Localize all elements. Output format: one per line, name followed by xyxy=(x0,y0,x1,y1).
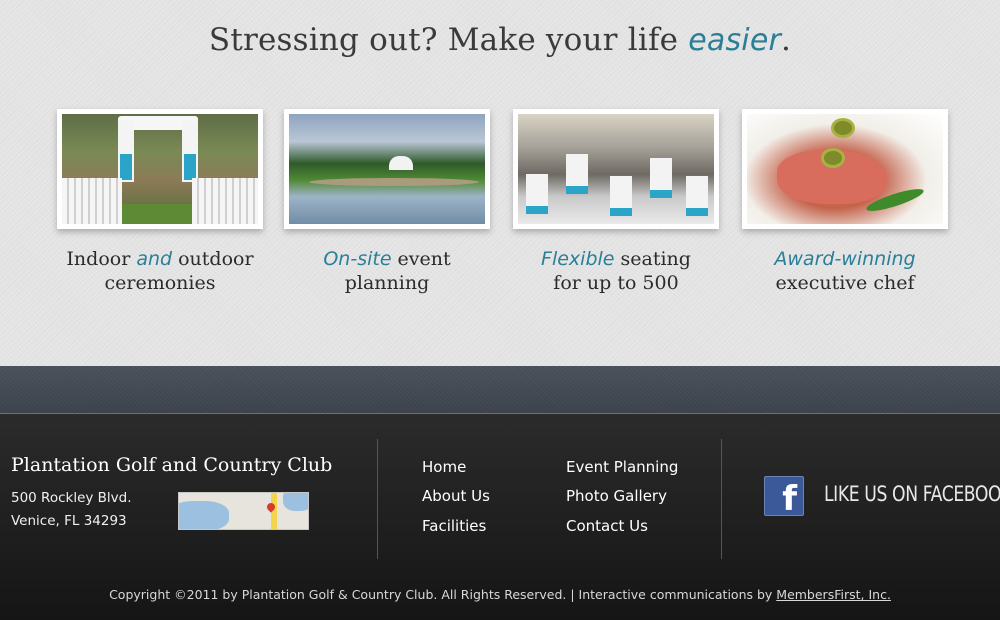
feature-caption: On-site event planning xyxy=(323,248,451,294)
feature-event-planning: On-site event planning xyxy=(284,109,490,295)
address-line-1: 500 Rockley Blvd. xyxy=(11,490,132,506)
feature-ceremonies: Indoor and outdoor ceremonies xyxy=(57,109,263,295)
club-name: Plantation Golf and Country Club xyxy=(11,454,333,476)
feature-caption: Award-winning executive chef xyxy=(774,248,916,294)
headline-end: . xyxy=(781,22,792,58)
nav-event-planning-link[interactable]: Event Planning xyxy=(566,458,678,476)
footer-divider xyxy=(721,439,722,559)
footer-divider xyxy=(377,439,378,559)
address-line-2: Venice, FL 34293 xyxy=(11,513,127,529)
nav-facilities-link[interactable]: Facilities xyxy=(422,517,486,535)
golf-photo-frame[interactable] xyxy=(284,109,490,229)
food-photo-frame[interactable] xyxy=(742,109,948,229)
page-headline: Stressing out? Make your life easier. xyxy=(0,22,1000,58)
membersfirst-link[interactable]: MembersFirst, Inc. xyxy=(776,587,891,602)
banquet-hall-photo xyxy=(518,114,714,224)
golf-course-photo xyxy=(289,114,485,224)
feature-caption: Indoor and outdoor ceremonies xyxy=(66,248,254,294)
copyright-notice: Copyright ©2011 by Plantation Golf & Cou… xyxy=(109,587,891,602)
wedding-ceremony-photo xyxy=(62,114,258,224)
ceremony-photo-frame[interactable] xyxy=(57,109,263,229)
like-us-on-facebook-link[interactable]: LIKE US ON FACEBOOK xyxy=(824,482,1000,506)
feature-caption: Flexible seating for up to 500 xyxy=(541,248,691,294)
divider-band xyxy=(0,366,1000,414)
headline-text: Stressing out? Make your life xyxy=(208,22,689,58)
nav-about-us-link[interactable]: About Us xyxy=(422,487,490,505)
location-map-thumbnail[interactable] xyxy=(178,492,309,530)
nav-contact-us-link[interactable]: Contact Us xyxy=(566,517,648,535)
feature-seating: Flexible seating for up to 500 xyxy=(513,109,719,295)
nav-photo-gallery-link[interactable]: Photo Gallery xyxy=(566,487,667,505)
headline-accent: easier xyxy=(688,23,782,58)
appetizer-photo xyxy=(747,114,943,224)
banquet-photo-frame[interactable] xyxy=(513,109,719,229)
features-section: Stressing out? Make your life easier. In… xyxy=(0,0,1000,366)
site-footer: Plantation Golf and Country Club 500 Roc… xyxy=(0,414,1000,620)
feature-chef: Award-winning executive chef xyxy=(742,109,948,295)
nav-home-link[interactable]: Home xyxy=(422,458,466,476)
facebook-icon[interactable]: f xyxy=(764,476,804,519)
